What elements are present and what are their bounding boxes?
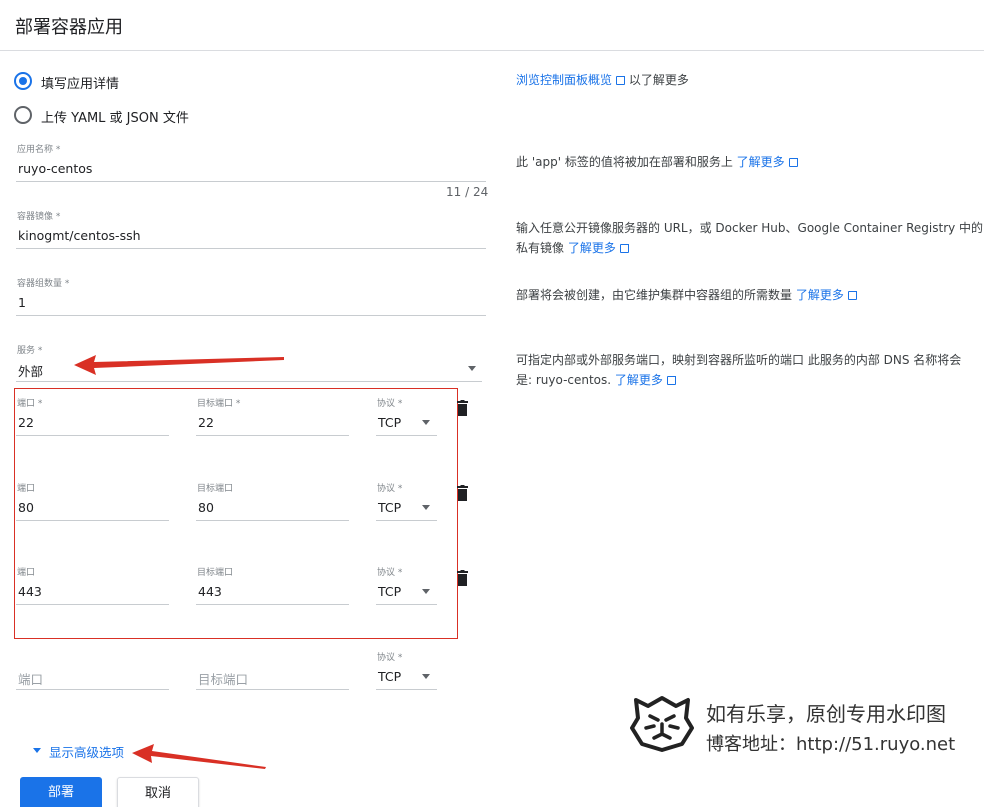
target-port-underline xyxy=(196,435,349,436)
show-advanced-options-link[interactable]: 显示高级选项 xyxy=(49,742,124,761)
target-port-input[interactable]: 22 xyxy=(198,415,214,430)
new-protocol-underline xyxy=(376,689,437,690)
port-underline xyxy=(16,520,169,521)
watermark-line-2: 博客地址：http://51.ruyo.net xyxy=(706,734,956,755)
help-dashboard-suffix: 以了解更多 xyxy=(628,73,689,87)
protocol-underline xyxy=(376,435,437,436)
deploy-button[interactable]: 部署 xyxy=(20,777,102,807)
target-port-underline xyxy=(196,520,349,521)
help-image-text-2: 私有镜像 xyxy=(516,241,565,255)
delete-port-icon[interactable] xyxy=(457,400,468,416)
learn-more-link[interactable]: 了解更多 xyxy=(568,241,616,255)
external-link-icon xyxy=(666,374,678,385)
new-target-port-underline xyxy=(196,689,349,690)
annotation-arrow-service xyxy=(74,355,284,375)
help-replicas: 部署将会被创建，由它维护集群中容器组的所需数量 了解更多 xyxy=(516,285,859,305)
target-port-label: 目标端口 xyxy=(197,568,234,578)
port-label: 端口 xyxy=(17,568,36,578)
page-header: 部署容器应用 xyxy=(0,0,984,51)
help-image: 输入任意公开镜像服务器的 URL，或 Docker Hub、Google Con… xyxy=(516,218,983,258)
watermark-tiger-logo xyxy=(630,696,694,752)
help-image-text-1: 输入任意公开镜像服务器的 URL，或 Docker Hub、Google Con… xyxy=(516,221,984,235)
replicas-underline xyxy=(16,315,486,316)
new-protocol-select[interactable]: TCP xyxy=(378,669,401,684)
radio-fill-details-label[interactable]: 填写应用详情 xyxy=(41,73,119,92)
port-input[interactable]: 443 xyxy=(18,584,42,599)
protocol-dropdown-icon[interactable] xyxy=(422,505,430,510)
radio-upload-file[interactable] xyxy=(14,106,32,124)
learn-more-link[interactable]: 了解更多 xyxy=(737,155,785,169)
external-link-icon xyxy=(788,156,800,167)
protocol-underline xyxy=(376,604,437,605)
protocol-label: 协议 * xyxy=(377,568,403,578)
image-underline xyxy=(16,248,486,249)
port-label: 端口 * xyxy=(17,399,43,409)
expand-caret-icon[interactable] xyxy=(33,748,41,753)
target-port-label: 目标端口 xyxy=(197,484,234,494)
service-underline xyxy=(16,381,482,382)
port-underline xyxy=(16,604,169,605)
annotation-arrow-advanced xyxy=(132,744,266,769)
service-label: 服务 * xyxy=(17,346,43,356)
target-port-underline xyxy=(196,604,349,605)
page-title: 部署容器应用 xyxy=(15,17,123,38)
target-port-input[interactable]: 443 xyxy=(198,584,222,599)
help-service-text-2: 是: ruyo-centos. xyxy=(516,373,612,387)
target-port-label: 目标端口 * xyxy=(197,399,241,409)
external-link-icon xyxy=(616,74,628,85)
app-name-input[interactable]: ruyo-centos xyxy=(18,161,92,176)
port-input[interactable]: 80 xyxy=(18,500,34,515)
port-underline xyxy=(16,435,169,436)
replicas-label: 容器组数量 * xyxy=(17,279,70,289)
new-protocol-dropdown-icon[interactable] xyxy=(422,674,430,679)
target-port-input[interactable]: 80 xyxy=(198,500,214,515)
app-name-underline xyxy=(16,181,486,182)
dashboard-overview-link[interactable]: 浏览控制面板概览 xyxy=(516,73,612,87)
app-name-label: 应用名称 * xyxy=(17,145,61,155)
port-input[interactable]: 22 xyxy=(18,415,34,430)
service-dropdown-icon[interactable] xyxy=(468,366,476,371)
image-input[interactable]: kinogmt/centos-ssh xyxy=(18,228,141,243)
protocol-dropdown-icon[interactable] xyxy=(422,589,430,594)
help-replicas-text: 部署将会被创建，由它维护集群中容器组的所需数量 xyxy=(516,288,793,302)
protocol-label: 协议 * xyxy=(377,399,403,409)
external-link-icon xyxy=(847,289,859,300)
protocol-select[interactable]: TCP xyxy=(378,500,401,515)
protocol-underline xyxy=(376,520,437,521)
new-port-underline xyxy=(16,689,169,690)
new-protocol-label: 协议 * xyxy=(377,653,403,663)
delete-port-icon[interactable] xyxy=(457,570,468,586)
help-app-label: 此 'app' 标签的值将被加在部署和服务上 了解更多 xyxy=(516,152,800,172)
radio-upload-file-label[interactable]: 上传 YAML 或 JSON 文件 xyxy=(41,107,189,126)
image-label: 容器镜像 * xyxy=(17,212,61,222)
external-link-icon xyxy=(619,242,631,253)
radio-fill-details[interactable] xyxy=(14,72,32,90)
learn-more-link[interactable]: 了解更多 xyxy=(615,373,663,387)
delete-port-icon[interactable] xyxy=(457,485,468,501)
learn-more-link[interactable]: 了解更多 xyxy=(796,288,844,302)
watermark-line-1: 如有乐享，原创专用水印图 xyxy=(706,702,946,726)
new-port-input[interactable]: 端口 xyxy=(18,669,43,688)
help-service-text-1: 可指定内部或外部服务端口，映射到容器所监听的端口 此服务的内部 DNS 名称将会 xyxy=(516,353,962,367)
help-dashboard: 浏览控制面板概览 以了解更多 xyxy=(516,70,689,90)
protocol-dropdown-icon[interactable] xyxy=(422,420,430,425)
replicas-input[interactable]: 1 xyxy=(18,295,26,310)
cancel-button[interactable]: 取消 xyxy=(117,777,199,807)
protocol-label: 协议 * xyxy=(377,484,403,494)
port-label: 端口 xyxy=(17,484,36,494)
service-select[interactable]: 外部 xyxy=(18,361,43,380)
new-target-port-input[interactable]: 目标端口 xyxy=(198,669,248,688)
help-app-label-text: 此 'app' 标签的值将被加在部署和服务上 xyxy=(516,155,733,169)
app-name-counter: 11 / 24 xyxy=(446,185,489,199)
protocol-select[interactable]: TCP xyxy=(378,584,401,599)
protocol-select[interactable]: TCP xyxy=(378,415,401,430)
help-service: 可指定内部或外部服务端口，映射到容器所监听的端口 此服务的内部 DNS 名称将会… xyxy=(516,350,961,390)
